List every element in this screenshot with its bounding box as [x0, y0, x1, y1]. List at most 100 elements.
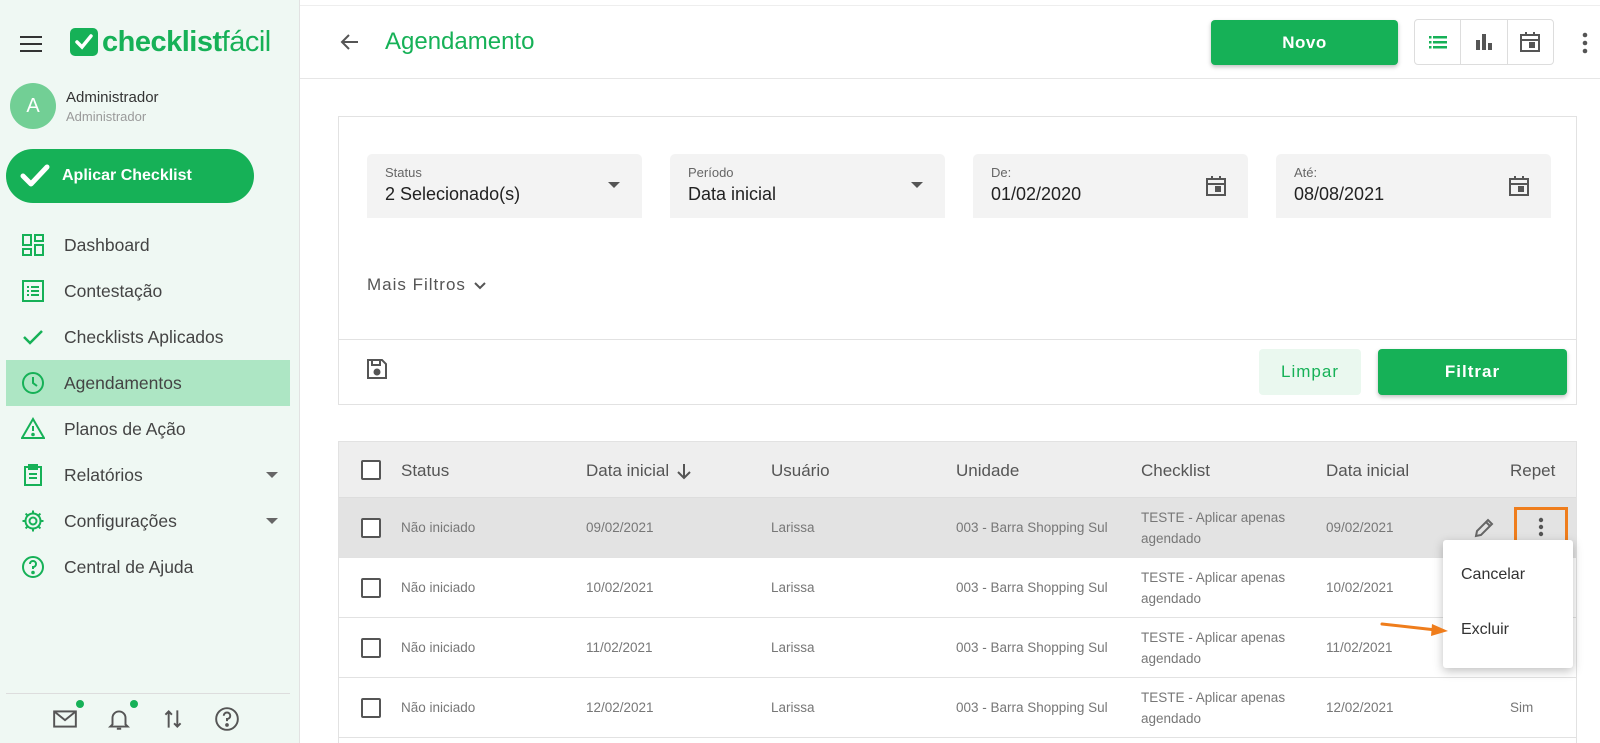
sidebar-item-label: Configurações	[64, 510, 177, 531]
save-icon[interactable]	[365, 357, 389, 386]
select-all-checkbox[interactable]	[361, 460, 381, 480]
cell-start-date-2: 11/02/2021	[1326, 640, 1393, 655]
column-header-repeat[interactable]: Repet	[1510, 461, 1555, 481]
column-header-status[interactable]: Status	[401, 461, 449, 481]
brand-logo[interactable]: checklistfácil	[70, 22, 271, 62]
end-date-field[interactable]: Até: 08/08/2021	[1276, 154, 1551, 218]
check-icon	[20, 164, 50, 187]
clear-button[interactable]: Limpar	[1259, 349, 1361, 395]
sidebar-item-planos-de-acao[interactable]: Planos de Ação	[6, 406, 290, 452]
sort-down-arrow-icon	[677, 464, 691, 480]
profile-role: Administrador	[66, 108, 147, 124]
calendar-icon[interactable]	[1507, 174, 1531, 203]
filter-button[interactable]: Filtrar	[1378, 349, 1567, 395]
status-select[interactable]: Status 2 Selecionado(s)	[367, 154, 642, 218]
notification-dot	[76, 700, 84, 708]
schedule-table: Status Data inicial Usuário Unidade Chec…	[338, 441, 1577, 743]
dashboard-icon	[20, 232, 46, 258]
cell-checklist: TESTE - Aplicar apenas agendado	[1141, 510, 1286, 546]
cell-status: Não iniciado	[401, 700, 476, 715]
menu-item-cancel[interactable]: Cancelar	[1461, 566, 1525, 584]
list-view-icon	[1428, 36, 1447, 49]
row-checkbox[interactable]	[361, 578, 381, 598]
sidebar-item-label: Planos de Ação	[64, 418, 186, 439]
chart-view-button[interactable]	[1461, 20, 1508, 64]
cell-user: Larissa	[771, 700, 815, 715]
divider	[339, 339, 1576, 340]
user-profile[interactable]: A Administrador Administrador	[10, 83, 159, 129]
help-icon[interactable]	[214, 706, 240, 732]
dropdown-arrow-icon	[608, 182, 620, 188]
check-icon	[20, 324, 46, 350]
sidebar-item-checklists-aplicados[interactable]: Checklists Aplicados	[6, 314, 290, 360]
warning-icon	[20, 416, 46, 442]
table-row[interactable]: Não iniciado 12/02/2021 Larissa 003 - Ba…	[339, 678, 1576, 738]
menu-item-delete[interactable]: Excluir	[1461, 621, 1509, 639]
cell-start-date: 10/02/2021	[586, 580, 654, 595]
chevron-down-icon[interactable]	[266, 472, 278, 478]
page-header: Agendamento Novo	[300, 5, 1600, 79]
app: checklistfácil A Administrador Administr…	[0, 0, 1600, 743]
avatar: A	[10, 83, 56, 129]
sidebar-nav: Dashboard Contestação Checklists Aplicad…	[6, 222, 290, 590]
cell-unit: 003 - Barra Shopping Sul	[956, 580, 1108, 595]
cell-start-date: 12/02/2021	[586, 700, 654, 715]
sidebar: checklistfácil A Administrador Administr…	[0, 0, 300, 743]
cell-checklist: TESTE - Aplicar apenas agendado	[1141, 570, 1286, 606]
gear-icon	[20, 508, 46, 534]
field-label: De:	[991, 165, 1012, 180]
more-options-icon[interactable]	[1582, 32, 1588, 59]
column-header-unit[interactable]: Unidade	[956, 461, 1019, 481]
apply-checklist-button[interactable]: Aplicar Checklist	[6, 149, 254, 203]
sidebar-item-agendamentos[interactable]: Agendamentos	[6, 360, 290, 406]
sidebar-item-configuracoes[interactable]: Configurações	[6, 498, 290, 544]
start-date-field[interactable]: De: 01/02/2020	[973, 154, 1248, 218]
period-select[interactable]: Período Data inicial	[670, 154, 945, 218]
table-row[interactable]: Não iniciado 09/02/2021 Larissa 003 - Ba…	[339, 498, 1576, 558]
cell-start-date: 11/02/2021	[586, 640, 653, 655]
column-header-start-date-2[interactable]: Data inicial	[1326, 461, 1409, 481]
chevron-down-icon	[474, 282, 486, 290]
calendar-icon[interactable]	[1204, 174, 1228, 203]
dropdown-arrow-icon	[911, 182, 923, 188]
brand-name: checklistfácil	[102, 25, 271, 58]
row-checkbox[interactable]	[361, 698, 381, 718]
row-checkbox[interactable]	[361, 518, 381, 538]
list-view-button[interactable]	[1415, 20, 1462, 64]
cell-repeat: Sim	[1510, 700, 1534, 715]
sidebar-item-dashboard[interactable]: Dashboard	[6, 222, 290, 268]
sidebar-item-label: Checklists Aplicados	[64, 326, 224, 347]
sidebar-item-relatorios[interactable]: Relatórios	[6, 452, 290, 498]
bell-icon[interactable]	[106, 700, 138, 732]
menu-icon[interactable]	[20, 36, 42, 52]
column-header-user[interactable]: Usuário	[771, 461, 830, 481]
column-header-start-date[interactable]: Data inicial	[586, 461, 693, 481]
clipboard-icon	[20, 462, 46, 488]
sidebar-item-label: Agendamentos	[64, 372, 182, 393]
sidebar-item-label: Dashboard	[64, 234, 150, 255]
calendar-view-button[interactable]	[1508, 20, 1553, 64]
new-button[interactable]: Novo	[1211, 20, 1398, 65]
chevron-down-icon[interactable]	[266, 518, 278, 524]
cell-start-date: 09/02/2021	[586, 520, 654, 535]
cell-status: Não iniciado	[401, 580, 476, 595]
row-checkbox[interactable]	[361, 638, 381, 658]
more-filters-toggle[interactable]: Mais Filtros	[367, 275, 488, 295]
sync-arrows-icon[interactable]	[160, 706, 186, 732]
cell-unit: 003 - Barra Shopping Sul	[956, 700, 1108, 715]
sidebar-item-central-de-ajuda[interactable]: Central de Ajuda	[6, 544, 290, 590]
table-row[interactable]: Não iniciado 10/02/2021 Larissa 003 - Ba…	[339, 558, 1576, 618]
more-vert-icon	[1538, 517, 1544, 537]
column-header-checklist[interactable]: Checklist	[1141, 461, 1210, 481]
list-icon	[20, 278, 46, 304]
sidebar-item-contestacao[interactable]: Contestação	[6, 268, 290, 314]
mail-icon[interactable]	[52, 700, 84, 732]
back-arrow-icon[interactable]	[338, 30, 362, 59]
field-label: Até:	[1294, 165, 1318, 180]
more-filters-label: Mais Filtros	[367, 275, 466, 294]
apply-checklist-label: Aplicar Checklist	[62, 167, 192, 184]
field-value: 08/08/2021	[1294, 184, 1385, 204]
cell-status: Não iniciado	[401, 640, 476, 655]
sidebar-item-label: Central de Ajuda	[64, 556, 194, 577]
field-label: Período	[688, 165, 734, 180]
